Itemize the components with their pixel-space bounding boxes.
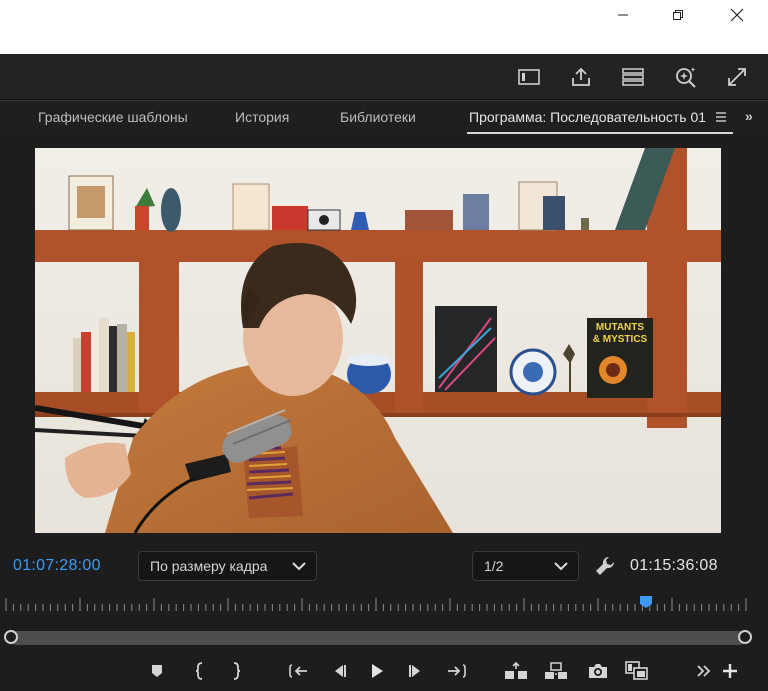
zoom-level-value: По размеру кадра xyxy=(150,558,268,574)
more-icon xyxy=(697,665,711,677)
mark-in-button[interactable] xyxy=(187,658,213,684)
tab-libraries[interactable]: Библиотеки xyxy=(340,109,416,125)
add-marker-button[interactable] xyxy=(144,658,170,684)
book-title-text: MUTANTS xyxy=(596,322,644,333)
zoom-level-select[interactable]: По размеру кадра xyxy=(138,551,317,581)
zoom-magic-icon xyxy=(676,67,696,88)
minimize-icon xyxy=(618,14,628,16)
list-settings-icon xyxy=(622,68,644,86)
fullscreen-button[interactable] xyxy=(724,64,750,90)
zoom-magic-button[interactable] xyxy=(673,64,699,90)
tab-program-monitor[interactable]: Программа: Последовательность 01 xyxy=(469,109,706,125)
tabs-overflow-button[interactable]: » xyxy=(745,108,753,124)
maximize-button[interactable] xyxy=(653,0,703,30)
tab-graphic-templates[interactable]: Графические шаблоны xyxy=(38,109,188,125)
panel-menu-icon[interactable] xyxy=(714,110,728,124)
video-frame-image: MUTANTS & MYSTICS xyxy=(35,148,721,533)
step-back-icon xyxy=(335,665,346,677)
mark-out-icon xyxy=(233,662,241,680)
play-button[interactable] xyxy=(364,658,390,684)
time-ruler[interactable] xyxy=(0,595,768,613)
panel-tabs: Графические шаблоны История Библиотеки П… xyxy=(0,100,768,136)
play-icon xyxy=(372,664,383,678)
marker-icon xyxy=(152,665,162,677)
step-forward-button[interactable] xyxy=(403,658,429,684)
tab-history[interactable]: История xyxy=(235,109,289,125)
lift-button[interactable] xyxy=(503,658,529,684)
go-to-out-button[interactable] xyxy=(443,658,469,684)
go-to-in-icon xyxy=(289,664,307,678)
panel-icon xyxy=(518,69,540,85)
mark-in-icon xyxy=(195,662,203,680)
compare-icon xyxy=(625,661,648,680)
playhead-marker[interactable] xyxy=(639,595,653,609)
svg-text:& MYSTICS: & MYSTICS xyxy=(593,334,648,345)
close-icon xyxy=(730,8,744,22)
playback-resolution-value: 1/2 xyxy=(484,558,504,574)
minimize-button[interactable] xyxy=(598,0,648,30)
zoom-scroll-bar[interactable] xyxy=(10,631,746,645)
button-editor-button[interactable] xyxy=(717,658,743,684)
current-timecode[interactable]: 01:07:28:00 xyxy=(13,557,101,575)
add-icon xyxy=(723,664,737,678)
header-toolbar xyxy=(0,54,768,100)
window-titlebar xyxy=(0,0,768,54)
maximize-icon xyxy=(673,10,683,20)
close-button[interactable] xyxy=(712,0,762,30)
panel-button[interactable] xyxy=(516,64,542,90)
transport-controls xyxy=(0,652,768,691)
mark-out-button[interactable] xyxy=(223,658,249,684)
camera-icon xyxy=(589,664,607,678)
fullscreen-icon xyxy=(728,68,746,86)
export-frame-button[interactable] xyxy=(585,658,611,684)
more-controls-button[interactable] xyxy=(691,658,717,684)
export-button[interactable] xyxy=(568,64,594,90)
export-icon xyxy=(572,67,590,86)
comparison-view-button[interactable] xyxy=(624,658,650,684)
list-settings-button[interactable] xyxy=(620,64,646,90)
zoom-scroll-handle-left[interactable] xyxy=(4,630,18,644)
extract-button[interactable] xyxy=(543,658,569,684)
wrench-icon[interactable] xyxy=(594,555,616,577)
extract-icon xyxy=(545,662,567,679)
step-forward-icon xyxy=(409,665,420,677)
go-to-in-button[interactable] xyxy=(286,658,312,684)
chevron-down-icon xyxy=(292,562,306,571)
program-monitor-video[interactable]: MUTANTS & MYSTICS xyxy=(35,148,721,533)
chevron-down-icon xyxy=(554,562,568,571)
step-back-button[interactable] xyxy=(326,658,352,684)
duration-timecode: 01:15:36:08 xyxy=(630,557,718,574)
active-tab-underline xyxy=(467,132,733,134)
go-to-out-icon xyxy=(448,664,466,678)
playback-resolution-select[interactable]: 1/2 xyxy=(472,551,579,581)
zoom-scroll-handle-right[interactable] xyxy=(738,630,752,644)
lift-icon xyxy=(505,662,527,679)
